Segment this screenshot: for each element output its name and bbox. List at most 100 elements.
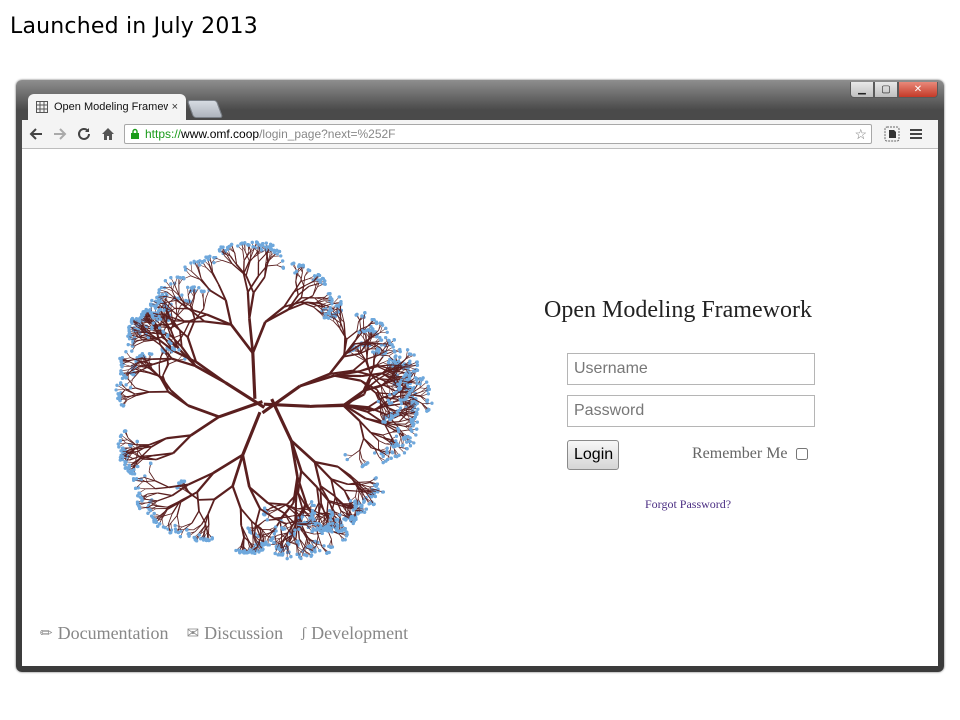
tree-leaf-node (127, 327, 131, 332)
tree-leaf-node (306, 268, 310, 272)
tree-leaf-node (404, 395, 409, 399)
close-window-button[interactable]: ✕ (898, 82, 938, 98)
slide-caption: Launched in July 2013 (10, 14, 258, 39)
tree-leaf-node (405, 440, 409, 444)
tree-branch (191, 510, 200, 524)
tree-leaf-node (353, 504, 358, 508)
tree-leaf-node (119, 363, 123, 367)
tree-branch (196, 491, 200, 512)
tree-leaf-node (296, 539, 300, 543)
tree-leaf-node (311, 527, 315, 531)
tree-leaf-node (299, 263, 303, 268)
tree-leaf-node (243, 241, 247, 245)
address-bar[interactable]: https:// www.omf.coop /login_page?next=%… (124, 124, 872, 144)
tree-leaf-node (157, 314, 161, 319)
tree-leaf-node (427, 387, 431, 391)
forward-arrow-icon[interactable] (50, 124, 70, 144)
tree-leaf-node (124, 350, 128, 354)
tree-branch (266, 264, 277, 267)
home-icon[interactable] (98, 124, 118, 144)
browser-tab[interactable]: Open Modeling Framewo × (28, 94, 186, 120)
tree-leaf-node (169, 282, 173, 286)
tree-branch (187, 404, 220, 419)
tree-leaf-node (152, 511, 156, 516)
tree-leaf-node (410, 419, 414, 424)
url-host: www.omf.coop (181, 127, 260, 141)
tree-leaf-node (396, 426, 400, 431)
tree-leaf-node (408, 359, 412, 363)
tree-leaf-node (318, 549, 322, 553)
tree-leaf-node (195, 539, 199, 543)
tree-leaf-node (116, 442, 120, 446)
tree-leaf-node (392, 338, 396, 342)
tree-leaf-node (314, 521, 318, 526)
tree-leaf-node (393, 355, 397, 359)
tree-leaf-node (340, 523, 344, 528)
tree-leaf-node (201, 538, 206, 542)
tree-branch (195, 360, 227, 384)
tree-leaf-node (234, 548, 238, 553)
menu-icon[interactable] (906, 124, 926, 144)
tree-leaf-node (246, 243, 250, 247)
tree-leaf-node (154, 520, 158, 524)
tree-leaf-node (279, 254, 283, 258)
tree-leaf-node (396, 430, 401, 434)
tree-leaf-node (192, 259, 196, 263)
tree-leaf-node (117, 445, 121, 449)
tree-leaf-node (371, 350, 375, 354)
tree-branch (258, 254, 266, 263)
tree-leaf-node (264, 248, 268, 252)
minimize-button[interactable]: ▁ (850, 82, 874, 98)
new-tab-button[interactable] (186, 100, 224, 118)
tree-leaf-node (275, 252, 279, 256)
tree-leaf-node (335, 526, 339, 531)
page-viewport: Open Modeling Framework Login Remember M… (22, 149, 938, 666)
tree-branch (200, 278, 211, 291)
tree-leaf-node (351, 521, 355, 526)
browser-window: ▁ ▢ ✕ Open Modeling Framewo × https:// w… (16, 80, 944, 672)
maximize-button[interactable]: ▢ (874, 82, 898, 98)
tree-branch (203, 297, 207, 309)
tree-leaf-node (119, 381, 123, 385)
tree-leaf-node (181, 275, 185, 280)
tree-branch (231, 485, 242, 509)
tree-leaf-node (283, 527, 287, 531)
tree-leaf-node (225, 245, 230, 250)
tree-leaf-node (281, 552, 285, 556)
star-icon[interactable]: ☆ (854, 126, 867, 143)
evernote-icon[interactable] (882, 124, 902, 144)
tree-leaf-node (247, 527, 251, 532)
tree-leaf-node (212, 255, 216, 260)
tree-leaf-node (298, 555, 302, 559)
tree-leaf-node (311, 516, 315, 521)
tree-branch (124, 389, 136, 395)
tree-leaf-node (242, 549, 246, 553)
tree-leaf-node (308, 544, 312, 548)
tree-leaf-node (149, 311, 153, 315)
tree-leaf-node (330, 299, 334, 303)
tree-leaf-node (212, 261, 216, 265)
tree-leaf-node (362, 499, 366, 503)
back-arrow-icon[interactable] (26, 124, 46, 144)
tree-leaf-node (197, 533, 201, 537)
tree-leaf-node (371, 502, 376, 507)
tab-close-icon[interactable]: × (172, 101, 178, 113)
tree-leaf-node (415, 427, 419, 431)
tree-leaf-node (179, 529, 183, 533)
tree-leaf-node (138, 316, 142, 320)
tree-leaf-node (114, 388, 118, 392)
tree-branch (360, 481, 371, 483)
reload-icon[interactable] (74, 124, 94, 144)
tree-leaf-node (250, 240, 254, 244)
tree-leaf-node (310, 503, 314, 507)
tree-leaf-node (427, 408, 431, 412)
tree-branch (360, 482, 370, 485)
tree-leaf-node (297, 527, 301, 531)
tree-leaf-node (373, 494, 377, 499)
tree-leaf-node (408, 376, 412, 380)
tree-leaf-node (149, 461, 153, 466)
tree-leaf-node (398, 350, 402, 354)
tree-leaf-node (122, 429, 127, 433)
tree-leaf-node (163, 526, 167, 530)
tree-branch (207, 498, 216, 515)
